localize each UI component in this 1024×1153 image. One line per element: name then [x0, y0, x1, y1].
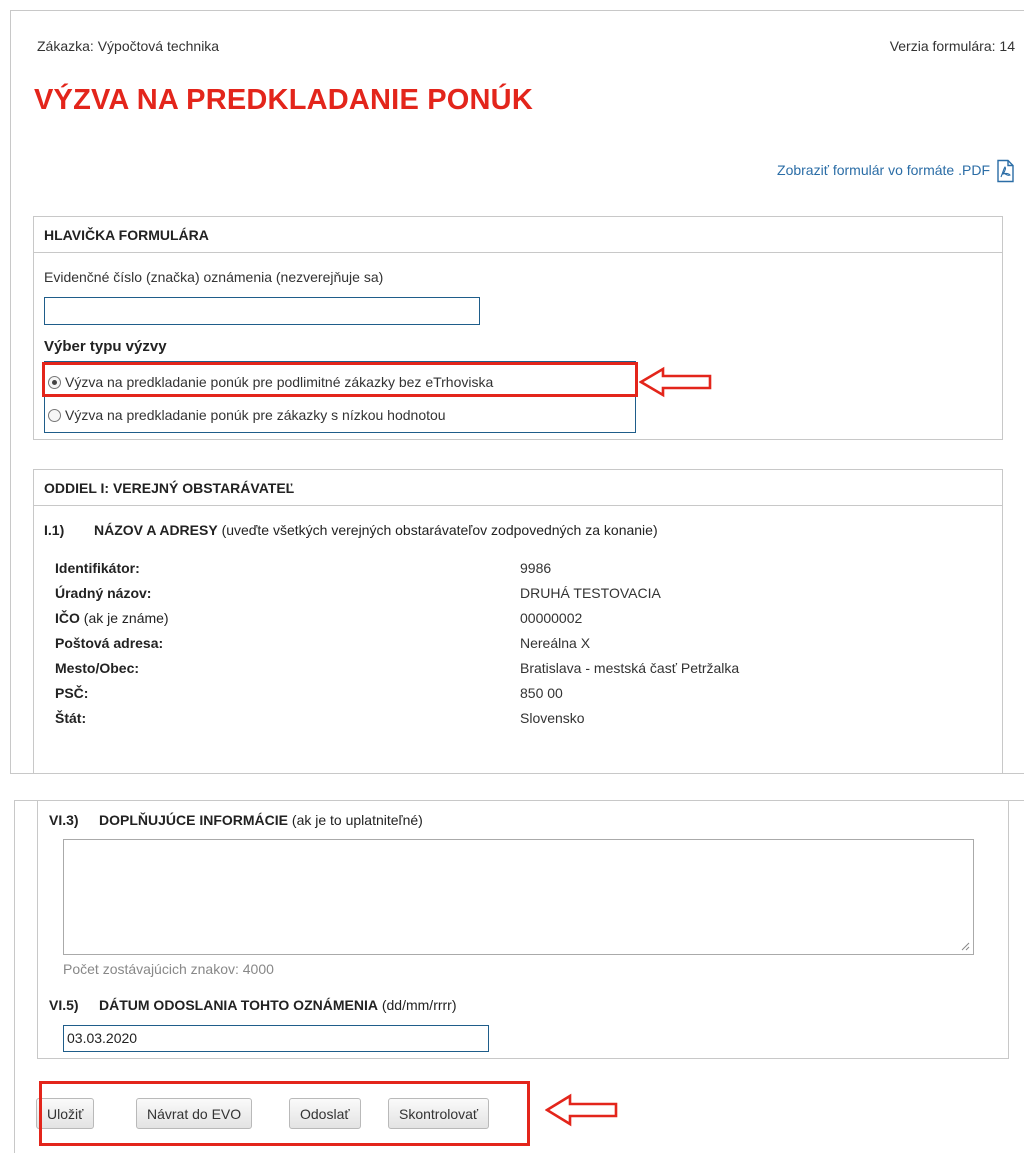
form-top-panel: Zákazka: Výpočtová technika Verzia formu…	[10, 10, 1024, 774]
section-heading: ODDIEL I: VEREJNÝ OBSTARÁVATEĽ	[34, 470, 1002, 506]
label-ico-text: IČO	[55, 610, 80, 626]
subsection-number: I.1)	[44, 522, 65, 538]
value-country: Slovensko	[520, 710, 585, 726]
subsection-title: NÁZOV A ADRESY	[94, 522, 218, 538]
form-bottom-panel: VI.3) DOPLŇUJÚCE INFORMÁCIE (ak je to upl…	[14, 800, 1024, 1153]
radio-option-low-value[interactable]: Výzva na predkladanie ponúk pre zákazky …	[48, 407, 446, 423]
label-city: Mesto/Obec:	[55, 660, 140, 676]
pdf-icon[interactable]	[994, 159, 1016, 183]
subsection-note: (uveďte všetkých verejných obstarávateľo…	[217, 522, 658, 538]
contract-label: Zákazka: Výpočtová technika	[37, 38, 220, 54]
radio-label: Výzva na predkladanie ponúk pre zákazky …	[65, 407, 446, 423]
remaining-chars-counter: Počet zostávajúcich znakov: 4000	[63, 961, 274, 977]
vi3-number: VI.3)	[49, 812, 79, 828]
arrow-left-icon	[639, 366, 712, 398]
section-contracting-authority: ODDIEL I: VEREJNÝ OBSTARÁVATEĽ I.1) NÁZOV…	[33, 469, 1003, 773]
label-postal-code: PSČ:	[55, 685, 89, 701]
additional-info-textarea[interactable]	[63, 839, 974, 955]
label-ico: IČO (ak je známe)	[55, 610, 169, 626]
highlight-frame-buttons	[39, 1081, 530, 1146]
label-postal-address: Poštová adresa:	[55, 635, 164, 651]
value-identifier: 9986	[520, 560, 552, 576]
vi5-number: VI.5)	[49, 997, 79, 1013]
subsection-heading: I.1) NÁZOV A ADRESY (uveďte všetkých vere…	[44, 522, 658, 538]
section-additional-info: VI.3) DOPLŇUJÚCE INFORMÁCIE (ak je to upl…	[37, 801, 1009, 1059]
arrow-left-icon	[545, 1093, 618, 1127]
vi3-note: (ak je to uplatniteľné)	[288, 812, 423, 828]
page-title: VÝZVA NA PREDKLADANIE PONÚK	[34, 84, 533, 116]
label-country: Štát:	[55, 710, 87, 726]
label-ico-note: (ak je známe)	[79, 610, 169, 626]
value-ico: 00000002	[520, 610, 583, 626]
label-identifier: Identifikátor:	[55, 560, 140, 576]
vi5-title: DÁTUM ODOSLANIA TOHTO OZNÁMENIA	[99, 997, 378, 1013]
vi5-note: (dd/mm/rrrr)	[377, 997, 457, 1013]
pdf-link[interactable]: Zobraziť formulár vo formáte .PDF	[777, 162, 990, 178]
vi3-heading: VI.3) DOPLŇUJÚCE INFORMÁCIE (ak je to upl…	[49, 812, 423, 828]
dispatch-date-input[interactable]: 03.03.2020	[63, 1025, 489, 1052]
resize-grip-icon[interactable]	[960, 941, 970, 951]
vi3-title: DOPLŇUJÚCE INFORMÁCIE	[99, 812, 289, 828]
radio-button[interactable]	[48, 408, 61, 422]
form-version: Verzia formulára: 14	[889, 38, 1015, 54]
value-postal-code: 850 00	[520, 685, 563, 701]
evidence-number-input[interactable]	[44, 297, 480, 325]
section-heading: HLAVIČKA FORMULÁRA	[34, 217, 1002, 253]
highlight-frame-radio	[42, 362, 638, 397]
vi5-heading: VI.5) DÁTUM ODOSLANIA TOHTO OZNÁMENIA (dd…	[49, 997, 457, 1013]
pdf-link-label: Zobraziť formulár vo formáte .PDF	[777, 162, 990, 178]
value-city: Bratislava - mestská časť Petržalka	[520, 660, 740, 676]
call-type-label: Výber typu výzvy	[44, 338, 167, 355]
value-official-name: DRUHÁ TESTOVACIA	[520, 585, 661, 601]
label-official-name: Úradný názov:	[55, 585, 152, 601]
form-header-section: HLAVIČKA FORMULÁRA Evidenčné číslo (znač…	[33, 216, 1003, 440]
evidence-number-label: Evidenčné číslo (značka) oznámenia (nezv…	[44, 269, 384, 285]
value-postal-address: Nereálna X	[520, 635, 591, 651]
